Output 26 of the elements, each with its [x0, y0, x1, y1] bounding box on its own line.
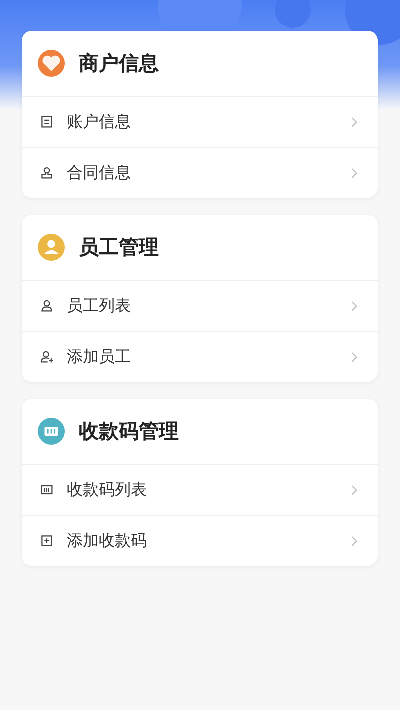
section-title: 商户信息 — [79, 50, 159, 77]
menu-item[interactable]: 员工列表 — [22, 281, 378, 332]
item-label: 添加收款码 — [67, 530, 148, 552]
item-label: 合同信息 — [67, 162, 132, 184]
section-title: 收款码管理 — [79, 418, 179, 445]
add-icon — [39, 533, 55, 549]
add-person-icon — [39, 349, 55, 365]
list-icon — [39, 114, 55, 130]
chevron-icon — [351, 352, 358, 362]
item-label: 账户信息 — [67, 112, 132, 132]
chevron-icon — [351, 168, 358, 178]
menu-item[interactable]: 添加员工 — [22, 332, 378, 382]
menu-item[interactable]: 合同信息 — [22, 148, 378, 198]
chevron-icon — [351, 484, 358, 496]
item-label: 收款码列表 — [67, 480, 148, 500]
menu-item[interactable]: 添加收款码 — [22, 516, 378, 566]
item-label: 员工列表 — [67, 296, 132, 316]
chevron-icon — [351, 116, 358, 128]
stamp-icon — [39, 165, 55, 181]
menu-item[interactable]: 收款码列表 — [22, 465, 378, 516]
chevron-icon — [351, 300, 358, 312]
chevron-icon — [351, 536, 358, 546]
section-title: 员工管理 — [79, 234, 159, 261]
person-icon — [39, 298, 55, 314]
item-label: 添加员工 — [67, 346, 132, 368]
menu-item[interactable]: 账户信息 — [22, 97, 378, 148]
